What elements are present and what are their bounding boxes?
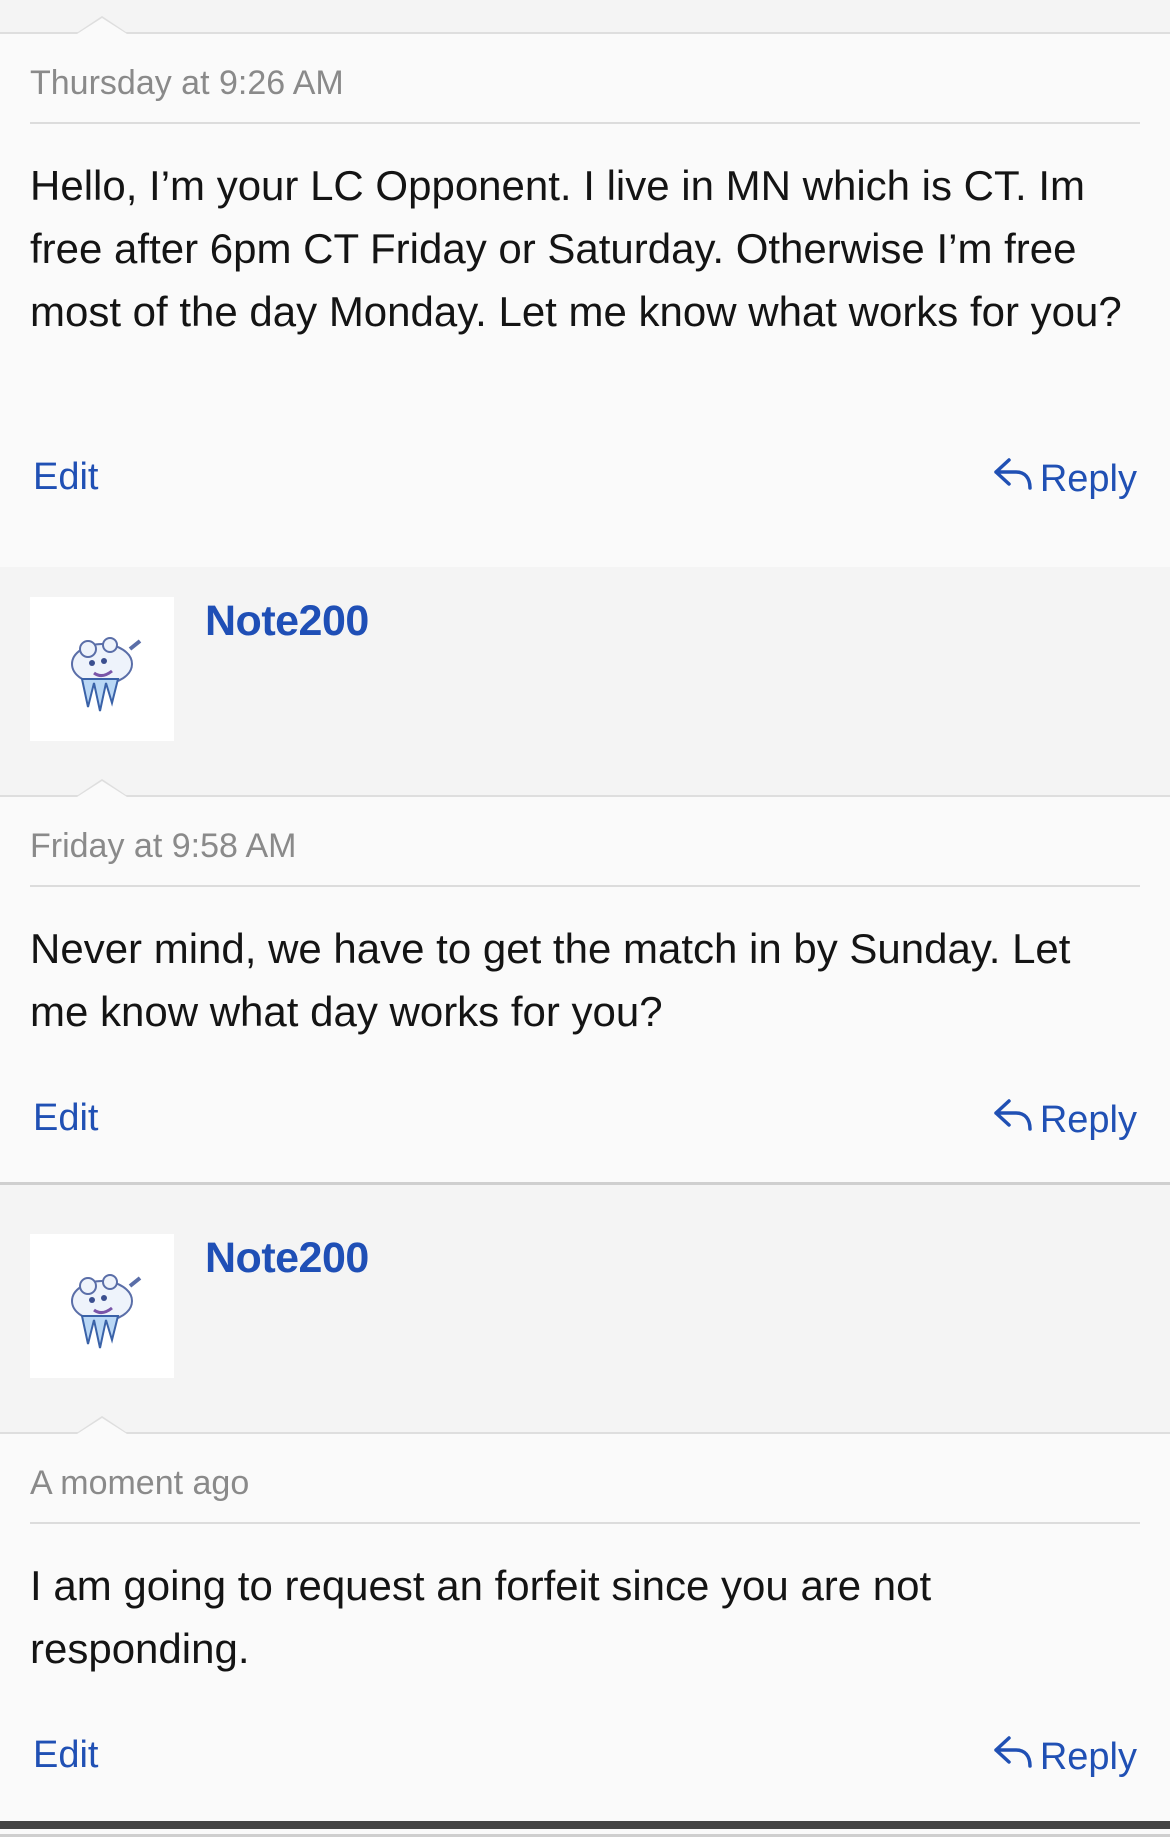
- notch: [75, 779, 129, 797]
- bottom-edge: [0, 1821, 1170, 1829]
- pokemon-sprite-icon: [71, 637, 142, 712]
- reply-label: Reply: [1039, 1735, 1137, 1778]
- divider: [30, 122, 1140, 124]
- message-1-body: Thursday at 9:26 AM Hello, I’m your LC O…: [0, 16, 1170, 581]
- message-timestamp: Thursday at 9:26 AM: [30, 64, 344, 102]
- reply-label: Reply: [1039, 1098, 1137, 1141]
- reply-icon: [992, 1734, 1034, 1780]
- edit-link[interactable]: Edit: [33, 1097, 98, 1140]
- notch: [75, 16, 129, 34]
- edit-link[interactable]: Edit: [33, 456, 98, 499]
- divider: [30, 1522, 1140, 1524]
- reply-label: Reply: [1039, 457, 1137, 500]
- edit-link[interactable]: Edit: [33, 1734, 98, 1777]
- message-text: Never mind, we have to get the match in …: [30, 925, 1071, 1035]
- message-timestamp: A moment ago: [30, 1464, 250, 1502]
- avatar[interactable]: [30, 597, 174, 741]
- message-3: Note200 A moment ago I am going to reque…: [0, 1204, 1170, 1837]
- message-text: I am going to request an forfeit since y…: [30, 1562, 932, 1672]
- message-timestamp: Friday at 9:58 AM: [30, 827, 297, 865]
- message-1: Thursday at 9:26 AM Hello, I’m your LC O…: [0, 0, 1170, 581]
- reply-button[interactable]: Reply: [992, 1097, 1137, 1143]
- reply-button[interactable]: Reply: [992, 456, 1137, 502]
- reply-icon: [992, 1097, 1034, 1143]
- message-text: Hello, I’m your LC Opponent. I live in M…: [30, 162, 1122, 335]
- divider: [30, 885, 1140, 887]
- message-2: Note200 Friday at 9:58 AM Never mind, we…: [0, 567, 1170, 1185]
- message-3-body: A moment ago I am going to request an fo…: [0, 1416, 1170, 1837]
- avatar[interactable]: [30, 1234, 174, 1378]
- pokemon-sprite-icon: [71, 1274, 142, 1349]
- notch: [75, 1416, 129, 1434]
- message-2-header: Note200: [0, 567, 1170, 795]
- username[interactable]: Note200: [205, 597, 369, 646]
- username[interactable]: Note200: [205, 1234, 369, 1283]
- reply-button[interactable]: Reply: [992, 1734, 1137, 1780]
- reply-icon: [992, 456, 1034, 502]
- message-2-body: Friday at 9:58 AM Never mind, we have to…: [0, 779, 1170, 1185]
- message-3-header: Note200: [0, 1204, 1170, 1432]
